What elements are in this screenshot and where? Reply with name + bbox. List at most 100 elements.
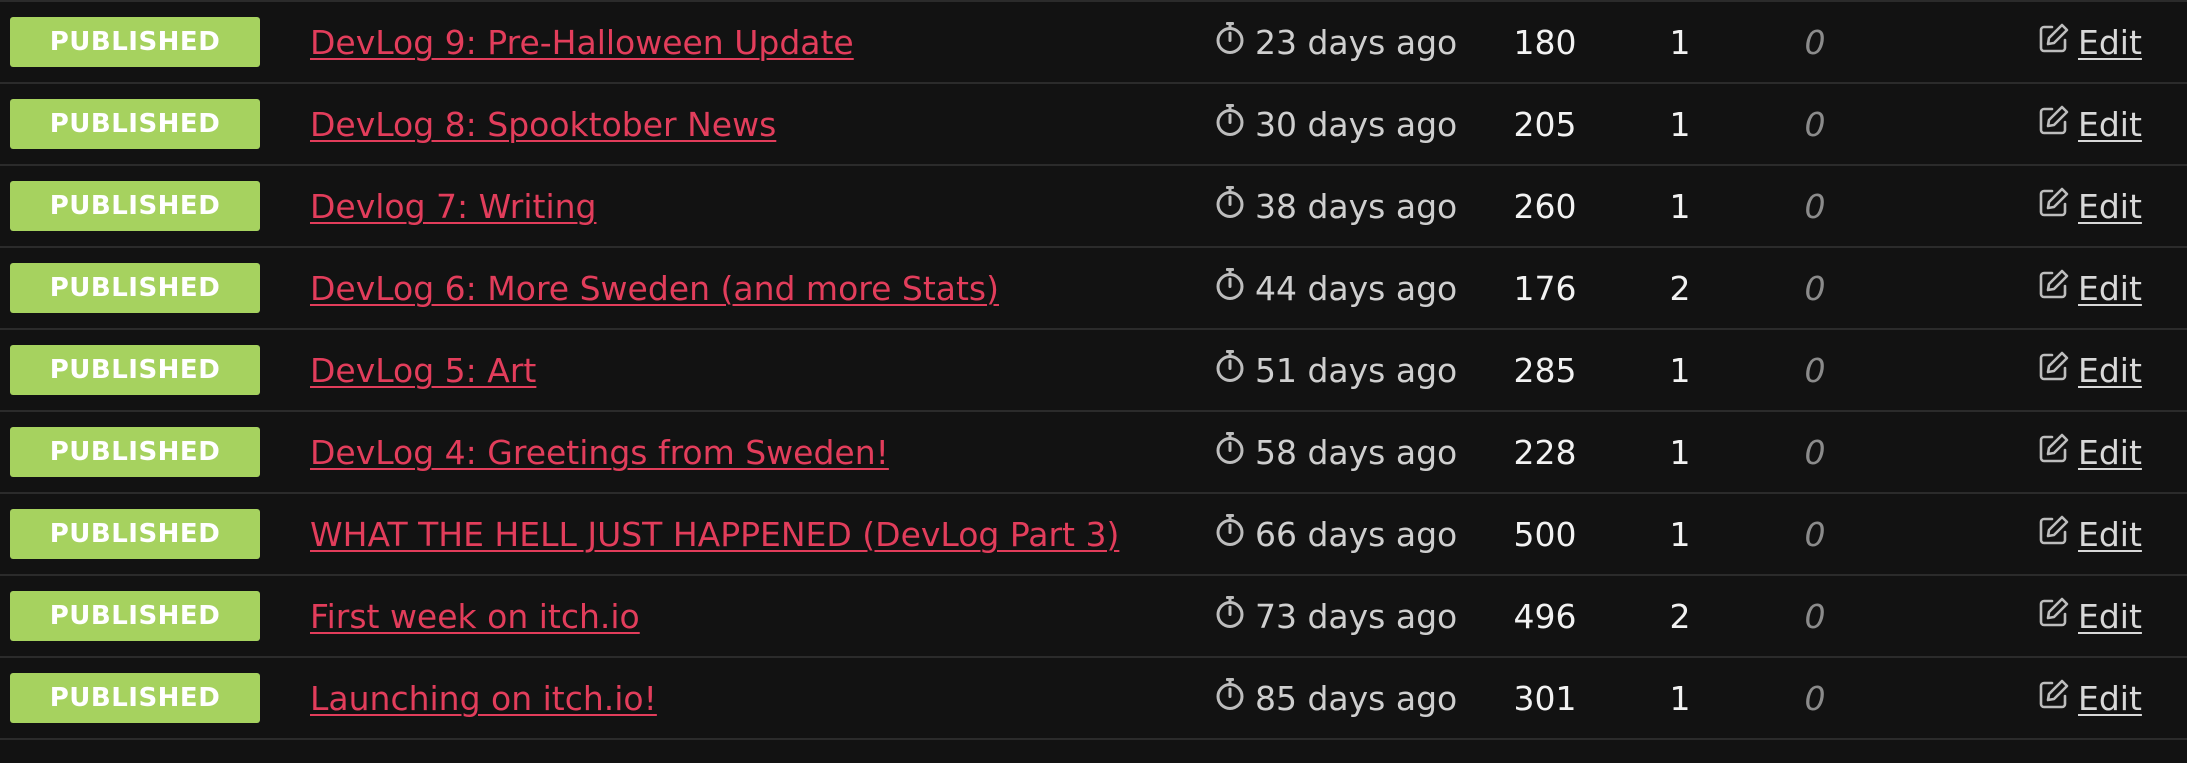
edit-link[interactable]: Edit	[2078, 515, 2142, 554]
comments-count: 0	[1804, 186, 1826, 226]
likes-count: 2	[1669, 268, 1691, 308]
edit-link[interactable]: Edit	[2078, 23, 2142, 62]
title-cell: WHAT THE HELL JUST HAPPENED (DevLog Part…	[310, 494, 1119, 574]
post-title-link[interactable]: Launching on itch.io!	[310, 679, 657, 718]
views-count: 180	[1513, 22, 1577, 62]
stopwatch-icon	[1215, 513, 1255, 555]
edit-cell: Edit	[2038, 412, 2142, 492]
stopwatch-icon	[1215, 103, 1255, 145]
edit-icon[interactable]	[2038, 186, 2078, 226]
published-time: 85 days ago	[1255, 678, 1458, 718]
published-time-cell: 66 days ago	[1215, 494, 1457, 574]
post-title-link[interactable]: DevLog 8: Spooktober News	[310, 105, 776, 144]
edit-link[interactable]: Edit	[2078, 433, 2142, 472]
post-title-link[interactable]: DevLog 9: Pre-Halloween Update	[310, 23, 854, 62]
status-badge: PUBLISHED	[10, 427, 260, 477]
status-badge: PUBLISHED	[10, 99, 260, 149]
published-time: 30 days ago	[1255, 104, 1458, 144]
published-time-cell: 51 days ago	[1215, 330, 1457, 410]
status-cell: PUBLISHED	[10, 84, 260, 164]
status-cell: PUBLISHED	[10, 576, 260, 656]
status-cell: PUBLISHED	[10, 412, 260, 492]
comments-count: 0	[1804, 596, 1826, 636]
title-cell: Launching on itch.io!	[310, 658, 657, 738]
edit-link[interactable]: Edit	[2078, 679, 2142, 718]
comments-count: 0	[1804, 104, 1826, 144]
views-count: 176	[1513, 268, 1577, 308]
table-row: PUBLISHED DevLog 6: More Sweden (and mor…	[0, 248, 2187, 330]
published-time: 66 days ago	[1255, 514, 1458, 554]
status-cell: PUBLISHED	[10, 248, 260, 328]
status-cell: PUBLISHED	[10, 330, 260, 410]
status-badge: PUBLISHED	[10, 263, 260, 313]
views-count: 205	[1513, 104, 1577, 144]
likes-count: 1	[1669, 514, 1691, 554]
views-count: 260	[1513, 186, 1577, 226]
post-title-link[interactable]: First week on itch.io	[310, 597, 640, 636]
stopwatch-icon	[1215, 349, 1255, 391]
edit-icon[interactable]	[2038, 596, 2078, 636]
published-time: 38 days ago	[1255, 186, 1458, 226]
edit-link[interactable]: Edit	[2078, 269, 2142, 308]
edit-link[interactable]: Edit	[2078, 351, 2142, 390]
comments-count: 0	[1804, 432, 1826, 472]
comments-count: 0	[1804, 514, 1826, 554]
comments-count: 0	[1804, 268, 1826, 308]
status-badge: PUBLISHED	[10, 345, 260, 395]
likes-count: 1	[1669, 678, 1691, 718]
published-time-cell: 30 days ago	[1215, 84, 1457, 164]
edit-link[interactable]: Edit	[2078, 105, 2142, 144]
post-title-link[interactable]: Devlog 7: Writing	[310, 187, 597, 226]
status-badge: PUBLISHED	[10, 591, 260, 641]
comments-count: 0	[1804, 22, 1826, 62]
edit-cell: Edit	[2038, 248, 2142, 328]
devlog-posts-table: PUBLISHED DevLog 9: Pre-Halloween Update…	[0, 0, 2187, 763]
table-row: PUBLISHED DevLog 8: Spooktober News 30 d…	[0, 84, 2187, 166]
edit-icon[interactable]	[2038, 432, 2078, 472]
edit-icon[interactable]	[2038, 350, 2078, 390]
edit-link[interactable]: Edit	[2078, 187, 2142, 226]
edit-link[interactable]: Edit	[2078, 597, 2142, 636]
table-row: PUBLISHED DevLog 5: Art 51 days ago 285 …	[0, 330, 2187, 412]
edit-cell: Edit	[2038, 658, 2142, 738]
likes-count: 1	[1669, 186, 1691, 226]
views-count: 228	[1513, 432, 1577, 472]
title-cell: Devlog 7: Writing	[310, 166, 597, 246]
post-title-link[interactable]: DevLog 5: Art	[310, 351, 536, 390]
status-cell: PUBLISHED	[10, 658, 260, 738]
edit-icon[interactable]	[2038, 678, 2078, 718]
table-row: PUBLISHED DevLog 4: Greetings from Swede…	[0, 412, 2187, 494]
views-count: 301	[1513, 678, 1577, 718]
title-cell: DevLog 5: Art	[310, 330, 536, 410]
stopwatch-icon	[1215, 595, 1255, 637]
post-title-link[interactable]: WHAT THE HELL JUST HAPPENED (DevLog Part…	[310, 515, 1119, 554]
views-count: 500	[1513, 514, 1577, 554]
edit-icon[interactable]	[2038, 514, 2078, 554]
edit-icon[interactable]	[2038, 104, 2078, 144]
table-body: PUBLISHED DevLog 9: Pre-Halloween Update…	[0, 2, 2187, 740]
title-cell: DevLog 9: Pre-Halloween Update	[310, 2, 854, 82]
status-cell: PUBLISHED	[10, 494, 260, 574]
views-count: 285	[1513, 350, 1577, 390]
status-badge: PUBLISHED	[10, 673, 260, 723]
post-title-link[interactable]: DevLog 4: Greetings from Sweden!	[310, 433, 889, 472]
likes-count: 1	[1669, 22, 1691, 62]
edit-cell: Edit	[2038, 166, 2142, 246]
title-cell: DevLog 8: Spooktober News	[310, 84, 776, 164]
published-time: 58 days ago	[1255, 432, 1458, 472]
post-title-link[interactable]: DevLog 6: More Sweden (and more Stats)	[310, 269, 999, 308]
edit-cell: Edit	[2038, 576, 2142, 656]
title-cell: First week on itch.io	[310, 576, 640, 656]
edit-cell: Edit	[2038, 84, 2142, 164]
likes-count: 2	[1669, 596, 1691, 636]
published-time-cell: 85 days ago	[1215, 658, 1457, 738]
table-row: PUBLISHED DevLog 9: Pre-Halloween Update…	[0, 2, 2187, 84]
published-time-cell: 38 days ago	[1215, 166, 1457, 246]
published-time: 51 days ago	[1255, 350, 1458, 390]
published-time: 73 days ago	[1255, 596, 1458, 636]
likes-count: 1	[1669, 432, 1691, 472]
stopwatch-icon	[1215, 431, 1255, 473]
edit-icon[interactable]	[2038, 22, 2078, 62]
edit-cell: Edit	[2038, 494, 2142, 574]
edit-icon[interactable]	[2038, 268, 2078, 308]
